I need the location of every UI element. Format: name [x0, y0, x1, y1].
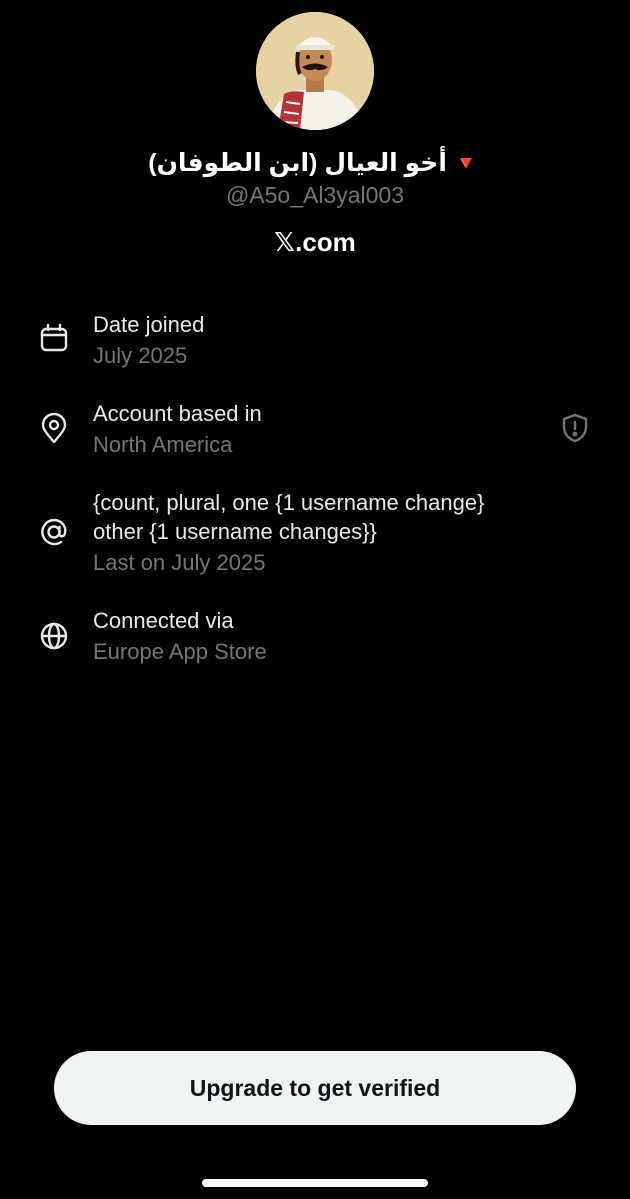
info-row-date-joined: Date joined July 2025	[0, 308, 630, 372]
red-triangle-icon: 🔻	[453, 153, 479, 175]
home-indicator[interactable]	[202, 1179, 428, 1187]
info-row-subtitle: Europe App Store	[93, 639, 267, 664]
info-row-subtitle: July 2025	[93, 343, 188, 368]
domain-label: 𝕏.com	[274, 227, 356, 257]
location-pin-icon	[38, 413, 70, 445]
info-row-title-line1: {count, plural, one {1 username change}	[93, 490, 485, 515]
upgrade-to-verified-button[interactable]: Upgrade to get verified	[54, 1051, 576, 1125]
info-row-subtitle: North America	[93, 432, 233, 457]
shield-alert-icon[interactable]	[559, 412, 591, 444]
username-handle: @A5o_Al3yal003	[225, 182, 405, 208]
info-row-subtitle: Last on July 2025	[93, 550, 266, 575]
info-row-title-line2: other {1 username changes}}	[93, 519, 377, 544]
info-row-account-based-in: Account based in North America	[0, 397, 630, 461]
info-row-title: Connected via	[93, 608, 234, 633]
info-row-title: Account based in	[93, 401, 262, 426]
info-row-title: Date joined	[93, 312, 205, 337]
display-name: أخو العيال (ابن الطوفان)	[148, 149, 447, 177]
info-row-username-changes: {count, plural, one {1 username change} …	[0, 486, 630, 578]
avatar-image	[256, 12, 374, 130]
display-name-row: أخو العيال (ابن الطوفان) 🔻	[0, 148, 630, 179]
at-sign-icon	[38, 516, 70, 548]
calendar-icon	[38, 322, 70, 354]
avatar[interactable]	[256, 12, 374, 130]
globe-icon	[38, 620, 70, 652]
info-row-connected-via: Connected via Europe App Store	[0, 604, 630, 668]
